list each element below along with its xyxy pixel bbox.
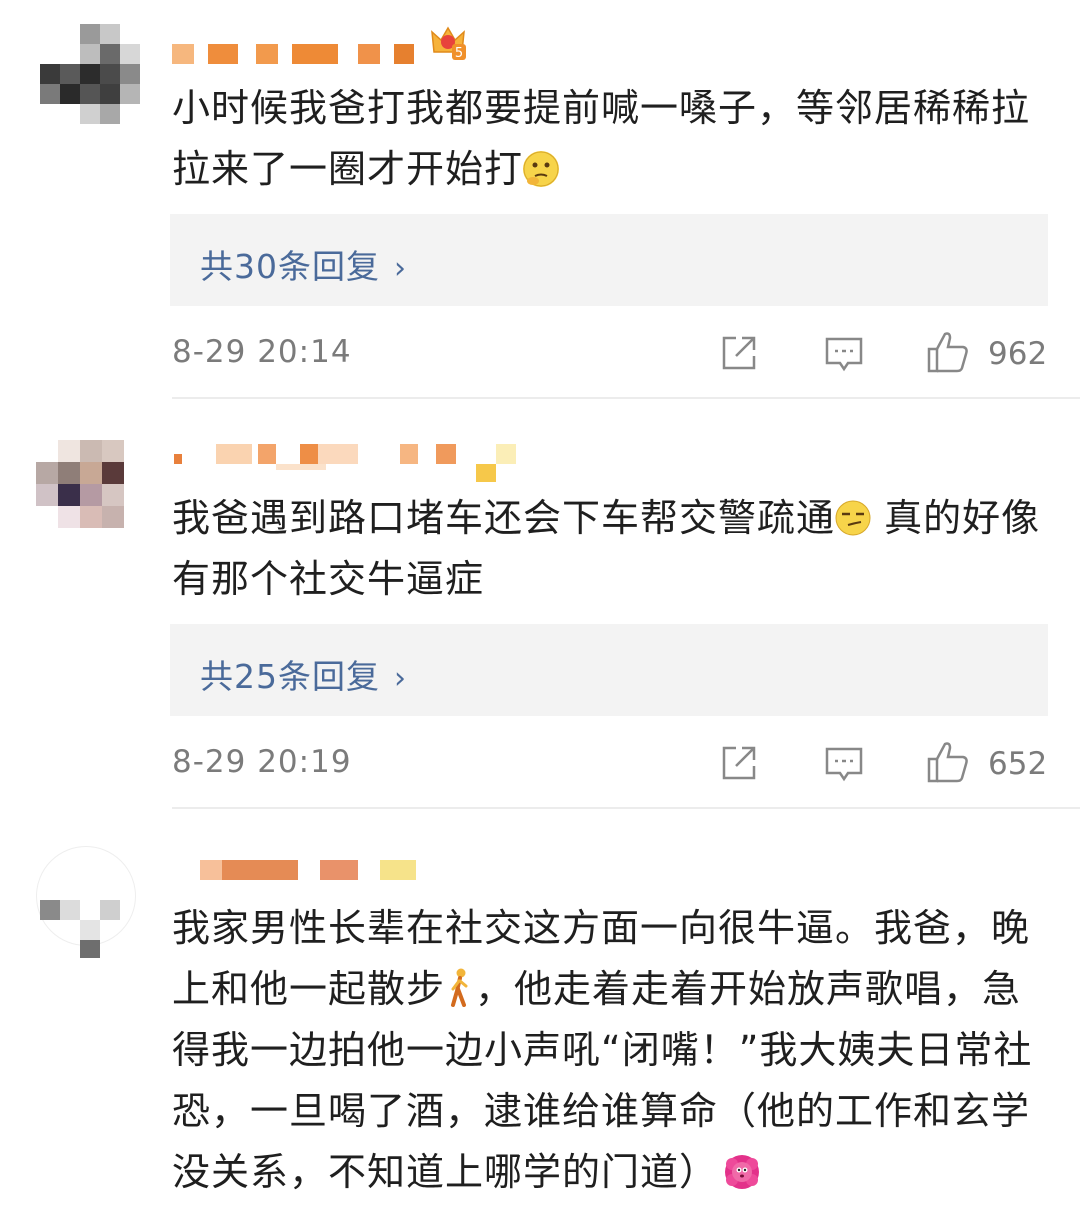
avatar[interactable] — [36, 440, 136, 540]
comment-text: 我家男性长辈在社交这方面一向很牛逼。我爸，晚上和他一起散步 ，他走着走着开始放声歌… — [172, 906, 1033, 1194]
svg-text:5: 5 — [455, 46, 463, 61]
comment-meta: 8-29 20:19 652 — [172, 742, 1048, 786]
replies-box[interactable]: 共30条回复 › — [170, 214, 1048, 306]
avatar[interactable] — [36, 24, 140, 124]
like-thumbs-up-icon[interactable] — [926, 330, 970, 378]
like-count: 652 — [988, 746, 1048, 782]
comment-icon[interactable] — [824, 334, 864, 378]
person-walking-emoji-icon — [445, 968, 475, 1007]
divider — [172, 807, 1080, 809]
thinking-face-emoji-icon — [523, 151, 560, 187]
chevron-right-icon: › — [394, 251, 407, 286]
smirk-face-emoji-icon — [835, 500, 871, 536]
share-icon[interactable] — [720, 334, 758, 376]
timestamp: 8-29 20:19 — [172, 744, 352, 780]
comment-text: 我爸遇到路口堵车还会下车帮交警疏通 真的好像有那个社交牛逼症 — [172, 496, 1041, 601]
divider — [172, 397, 1080, 399]
replies-box[interactable]: 共25条回复 › — [170, 624, 1048, 716]
like-thumbs-up-icon[interactable] — [926, 740, 970, 788]
share-icon[interactable] — [720, 744, 758, 786]
comment-meta: 8-29 20:14 962 — [172, 332, 1048, 376]
flower-face-emoji-icon — [724, 1154, 760, 1190]
like-count: 962 — [988, 336, 1048, 372]
comment-text: 小时候我爸打我都要提前喊一嗓子，等邻居稀稀拉拉来了一圈才开始打 — [172, 86, 1031, 191]
chevron-right-icon: › — [394, 661, 407, 696]
view-replies-link[interactable]: 共30条回复 › — [200, 240, 407, 288]
timestamp: 8-29 20:14 — [172, 334, 352, 370]
view-replies-link[interactable]: 共25条回复 › — [200, 650, 407, 698]
crown-level-badge-icon: 5 — [428, 22, 468, 62]
comment-icon[interactable] — [824, 744, 864, 788]
avatar[interactable] — [36, 846, 136, 958]
